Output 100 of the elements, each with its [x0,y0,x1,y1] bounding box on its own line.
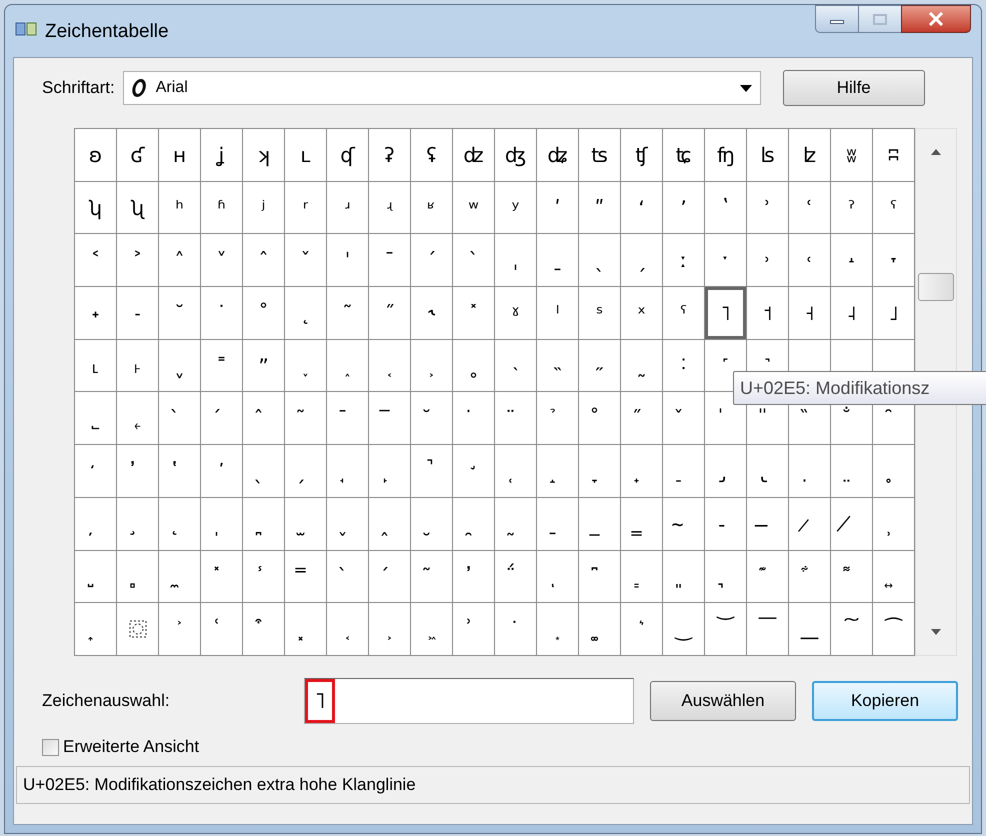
character-cell[interactable]: ͋ [789,550,831,604]
character-cell[interactable]: ͗ [453,603,495,656]
character-cell[interactable]: ʸ [495,182,537,234]
character-cell[interactable]: ˌ [495,234,537,288]
character-cell[interactable]: ͉ [705,550,747,604]
character-cell[interactable]: ͑ [201,603,243,656]
character-cell[interactable]: ˪ [75,340,117,392]
character-cell[interactable]: ˆ [243,234,285,288]
character-cell[interactable]: ͙ [537,603,579,656]
character-cell[interactable]: ˗ [117,287,159,340]
character-cell[interactable]: ː [663,234,705,288]
character-cell[interactable]: ʡ [369,129,411,182]
minimize-button[interactable] [815,5,859,33]
character-cell[interactable]: ̚ [411,445,453,498]
character-cell[interactable]: ́ [369,550,411,604]
character-cell[interactable]: ˸ [663,340,705,392]
character-cell[interactable]: ̟ [621,445,663,498]
character-cell[interactable]: ̺ [75,550,117,604]
character-cell[interactable]: ˶ [579,340,621,392]
character-cell[interactable]: ʵ [369,182,411,234]
character-cell[interactable]: ̲ [579,498,621,550]
character-cell[interactable]: ˠ [495,287,537,340]
character-cell[interactable]: ̜ [495,445,537,498]
character-cell[interactable]: ʼ [663,182,705,234]
character-cell[interactable]: ˃ [117,234,159,288]
character-cell[interactable]: ˰ [327,340,369,392]
selection-field[interactable]: ˥ [304,678,634,724]
character-cell[interactable]: ʹ [537,182,579,234]
character-cell[interactable]: ̄ [327,392,369,446]
character-cell[interactable]: ͞ [747,603,789,656]
character-cell[interactable]: ˛ [285,287,327,340]
character-cell[interactable]: ˊ [411,234,453,288]
character-cell[interactable]: ˀ [831,182,873,234]
character-cell[interactable]: ˿ [117,392,159,446]
character-cell[interactable]: ˦ [747,287,789,340]
character-cell[interactable]: ͌ [831,550,873,604]
character-cell[interactable]: ͂ [411,550,453,604]
character-cell[interactable]: ͔ [327,603,369,656]
character-cell[interactable]: ̰ [495,498,537,550]
character-cell[interactable]: ʳ [285,182,327,234]
character-cell[interactable]: ʣ [453,129,495,182]
character-cell[interactable]: ʺ [579,182,621,234]
character-cell[interactable]: ˳ [453,340,495,392]
character-cell[interactable]: ̦ [75,498,117,550]
character-cell[interactable]: ˅ [201,234,243,288]
character-cell[interactable]: ͈ [663,550,705,604]
character-cell[interactable]: ͜ [663,603,705,656]
character-cell[interactable]: ̭ [369,498,411,550]
character-cell[interactable]: ʲ [243,182,285,234]
character-cell[interactable]: ʛ [117,129,159,182]
scroll-down-icon[interactable] [931,629,941,635]
character-cell[interactable]: ˎ [579,234,621,288]
character-cell[interactable]: ̸ [831,498,873,550]
character-cell[interactable]: ̯ [453,498,495,550]
character-cell[interactable]: ̕ [201,445,243,498]
character-cell[interactable]: ͓ [285,603,327,656]
character-cell[interactable]: ͊ [747,550,789,604]
character-cell[interactable]: ʚ [75,129,117,182]
character-cell[interactable]: ˑ [705,234,747,288]
character-cell[interactable]: ˔ [831,234,873,288]
character-cell[interactable]: ʪ [747,129,789,182]
character-cell[interactable]: ̃ [285,392,327,446]
character-cell[interactable]: ̽ [201,550,243,604]
character-cell[interactable]: ʠ [327,129,369,182]
character-cell[interactable]: ˤ [663,287,705,340]
character-cell[interactable]: ˵ [537,340,579,392]
character-cell[interactable]: ͖ [411,603,453,656]
character-cell[interactable]: ʻ [621,182,663,234]
character-cell[interactable]: ʮ [75,182,117,234]
character-cell[interactable]: ̀ [327,550,369,604]
character-cell[interactable]: ͎ [75,603,117,656]
character-cell[interactable]: ͘ [495,603,537,656]
character-cell[interactable]: ̢ [747,445,789,498]
character-cell[interactable]: ̷ [789,498,831,550]
character-cell[interactable]: ˄ [159,234,201,288]
character-cell[interactable]: ˨ [831,287,873,340]
character-cell[interactable]: ʷ [453,182,495,234]
character-cell[interactable]: ̿ [285,550,327,604]
character-cell[interactable]: ̔ [159,445,201,498]
character-cell[interactable]: ͟ [789,603,831,656]
character-cell[interactable]: ̅ [369,392,411,446]
character-cell[interactable]: ˱ [369,340,411,392]
character-cell[interactable]: ʜ [159,129,201,182]
character-cell[interactable]: ˴ [495,340,537,392]
character-cell[interactable]: ʴ [327,182,369,234]
character-cell[interactable] [117,603,159,656]
character-cell[interactable]: ̙ [369,445,411,498]
character-cell[interactable]: ̊ [579,392,621,446]
character-cell[interactable]: ̂ [243,392,285,446]
character-cell[interactable]: ͒ [243,603,285,656]
character-cell[interactable]: ʤ [495,129,537,182]
character-cell[interactable]: ̻ [117,550,159,604]
character-cell[interactable]: ˢ [579,287,621,340]
character-cell[interactable]: ˝ [369,287,411,340]
character-cell[interactable]: ˘ [159,287,201,340]
character-cell[interactable]: ̛ [453,445,495,498]
character-cell[interactable]: ˋ [453,234,495,288]
character-cell[interactable]: ʨ [663,129,705,182]
character-cell[interactable]: ˚ [243,287,285,340]
character-cell[interactable]: ʱ [201,182,243,234]
